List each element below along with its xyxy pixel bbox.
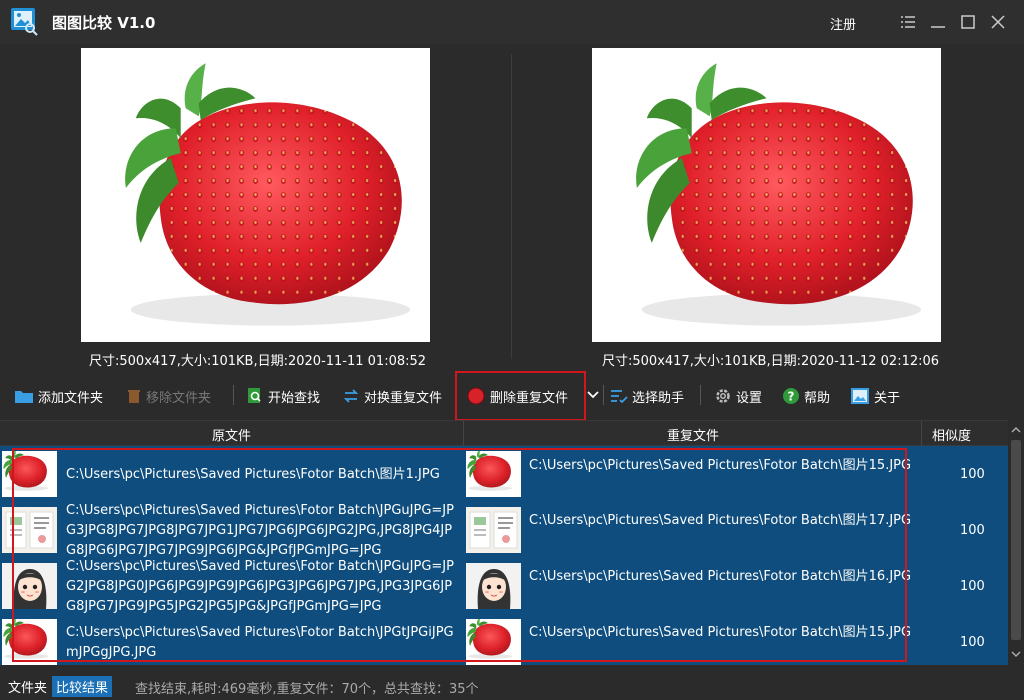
search-document-icon (248, 388, 261, 403)
menu-icon[interactable] (898, 12, 918, 32)
start-search-label: 开始查找 (268, 390, 321, 406)
list-check-icon (611, 390, 628, 404)
results-highlight (12, 448, 907, 662)
similarity-value: 100 (960, 467, 985, 482)
original-preview-image (81, 48, 430, 342)
add-folder-label: 添加文件夹 (38, 390, 104, 406)
close-icon[interactable] (988, 12, 1008, 32)
results-scrollbar[interactable] (1008, 420, 1024, 665)
swap-duplicates-label: 对换重复文件 (364, 390, 443, 406)
about-button[interactable]: 关于 (850, 386, 900, 406)
column-separator[interactable] (921, 421, 922, 446)
scroll-up-icon[interactable] (1011, 426, 1021, 434)
duplicate-preview-image (592, 48, 941, 342)
maximize-icon[interactable] (958, 12, 978, 32)
duplicate-image-info: 尺寸:500x417,大小:101KB,日期:2020-11-12 02:12:… (602, 354, 940, 369)
settings-label: 设置 (736, 390, 763, 406)
scroll-down-icon[interactable] (1011, 650, 1021, 658)
tab-folder[interactable]: 文件夹 (4, 676, 51, 697)
settings-button[interactable]: 设置 (714, 386, 762, 406)
minimize-icon[interactable] (928, 12, 948, 32)
similarity-column-header[interactable]: 相似度 (932, 425, 971, 444)
image-info-icon (851, 388, 869, 404)
scroll-thumb[interactable] (1011, 440, 1021, 640)
tab-results[interactable]: 比较结果 (52, 676, 113, 697)
remove-folder-button[interactable]: 移除文件夹 (126, 386, 211, 406)
similarity-value: 100 (960, 523, 985, 538)
status-bar: 文件夹 比较结果 查找结束,耗时:469毫秒,重复文件：70个，总共查找：35个 (0, 673, 1024, 700)
original-column-header[interactable]: 原文件 (212, 425, 251, 444)
similarity-value: 100 (960, 579, 985, 594)
about-label: 关于 (874, 390, 901, 406)
original-image-info: 尺寸:500x417,大小:101KB,日期:2020-11-11 01:08:… (89, 354, 427, 369)
swap-icon (343, 389, 359, 403)
app-title: 图图比较 V1.0 (52, 14, 156, 32)
toolbar: 添加文件夹 移除文件夹 开始查找 对换重复文件 删除重复文件 选择助手 设置 ?… (0, 371, 1024, 421)
help-label: 帮助 (804, 390, 831, 406)
duplicate-column-header[interactable]: 重复文件 (667, 425, 719, 444)
start-search-button[interactable]: 开始查找 (246, 386, 320, 406)
trash-icon (128, 390, 140, 403)
remove-folder-label: 移除文件夹 (146, 390, 212, 406)
toolbar-separator (233, 385, 234, 405)
toolbar-separator (603, 385, 604, 405)
folder-icon (15, 391, 33, 403)
svg-text:?: ? (788, 390, 795, 404)
chevron-down-icon[interactable] (587, 390, 599, 400)
add-folder-button[interactable]: 添加文件夹 (14, 386, 103, 406)
swap-duplicates-button[interactable]: 对换重复文件 (342, 386, 442, 406)
similarity-value: 100 (960, 635, 985, 650)
app-logo-icon (11, 8, 38, 36)
duplicate-preview-panel: 尺寸:500x417,大小:101KB,日期:2020-11-12 02:12:… (512, 44, 1024, 372)
help-icon: ? (783, 388, 799, 404)
toolbar-separator (700, 385, 701, 405)
results-table-header: 原文件 重复文件 相似度 (0, 420, 1008, 446)
select-helper-button[interactable]: 选择助手 (610, 386, 684, 406)
select-helper-label: 选择助手 (632, 390, 685, 406)
gear-icon (716, 389, 730, 403)
original-preview-panel: 尺寸:500x417,大小:101KB,日期:2020-11-11 01:08:… (0, 44, 510, 372)
register-link[interactable]: 注册 (830, 14, 856, 33)
title-bar: 图图比较 V1.0 注册 (0, 0, 1024, 44)
column-separator[interactable] (463, 421, 464, 446)
delete-button-highlight (455, 371, 586, 421)
status-message: 查找结束,耗时:469毫秒,重复文件：70个，总共查找：35个 (135, 682, 479, 697)
help-button[interactable]: ? 帮助 (782, 386, 830, 406)
